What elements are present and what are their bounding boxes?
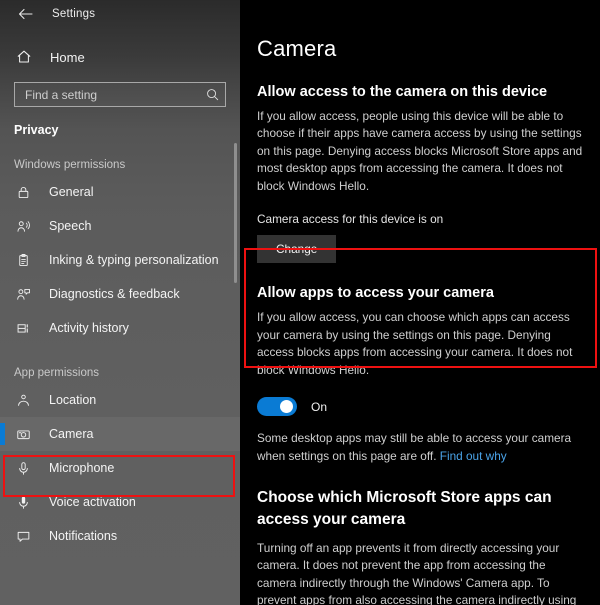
- speech-person-icon: [14, 217, 33, 236]
- search-input[interactable]: [25, 87, 206, 102]
- titlebar: Settings: [0, 0, 240, 28]
- sidebar-scrollbar[interactable]: [234, 143, 237, 283]
- microphone-icon: [14, 459, 33, 478]
- search-icon[interactable]: [206, 88, 219, 101]
- toggle-knob: [280, 400, 293, 414]
- sidebar-item-home[interactable]: Home: [0, 40, 240, 74]
- back-arrow-icon[interactable]: [12, 4, 38, 24]
- change-button[interactable]: Change: [257, 235, 337, 264]
- store-apps-heading: Choose which Microsoft Store apps can ac…: [257, 488, 552, 529]
- sidebar-item-camera-label: Camera: [49, 427, 94, 441]
- sidebar-item-voice-activation[interactable]: Voice activation: [0, 485, 240, 519]
- lock-icon: [14, 183, 33, 202]
- store-apps-description: Turning off an app prevents it from dire…: [257, 540, 577, 605]
- sidebar-item-notifications-label: Notifications: [49, 529, 118, 543]
- home-icon: [14, 47, 34, 67]
- apps-access-toggle[interactable]: [257, 397, 297, 417]
- sidebar-item-inking-typing-label: Inking & typing personalization: [49, 253, 219, 267]
- apps-access-toggle-label: On: [311, 399, 328, 414]
- sidebar-item-general[interactable]: General: [0, 175, 240, 209]
- sidebar-item-microphone[interactable]: Microphone: [0, 451, 240, 485]
- find-out-why-link[interactable]: Find out why: [440, 449, 507, 463]
- search-box[interactable]: [14, 82, 226, 107]
- clipboard-icon: [14, 251, 33, 270]
- sidebar-item-general-label: General: [49, 185, 94, 199]
- sidebar-item-activity-history-label: Activity history: [49, 321, 129, 335]
- voice-activation-icon: [14, 493, 33, 512]
- app-title: Settings: [52, 8, 96, 20]
- sidebar: Settings Home Privacy Windows permission…: [0, 0, 240, 605]
- sidebar-item-speech[interactable]: Speech: [0, 209, 240, 243]
- sidebar-item-camera[interactable]: Camera: [0, 417, 240, 451]
- feedback-person-icon: [14, 285, 33, 304]
- sidebar-item-microphone-label: Microphone: [49, 461, 115, 475]
- notification-icon: [14, 527, 33, 546]
- camera-icon: [14, 425, 33, 444]
- sidebar-item-notifications[interactable]: Notifications: [0, 519, 240, 553]
- activity-history-icon: [14, 319, 33, 338]
- sidebar-category-title: Privacy: [14, 123, 59, 137]
- sidebar-group-title-windows-permissions: Windows permissions: [14, 159, 126, 171]
- device-access-status: Camera access for this device is on: [257, 212, 444, 227]
- apps-access-description: If you allow access, you can choose whic…: [257, 310, 573, 377]
- desktop-apps-note-text: Some desktop apps may still be able to a…: [257, 431, 572, 463]
- page-title: Camera: [257, 36, 337, 61]
- sidebar-item-speech-label: Speech: [49, 219, 92, 233]
- sidebar-item-location[interactable]: Location: [0, 383, 240, 417]
- desktop-apps-note: Some desktop apps may still be able to a…: [257, 430, 584, 465]
- main-content: Camera Allow access to the camera on thi…: [240, 0, 600, 605]
- location-pin-icon: [14, 391, 33, 410]
- sidebar-item-diagnostics-feedback[interactable]: Diagnostics & feedback: [0, 277, 240, 311]
- sidebar-item-location-label: Location: [49, 393, 97, 407]
- device-access-heading: Allow access to the camera on this devic…: [257, 84, 548, 100]
- sidebar-group-title-app-permissions: App permissions: [14, 367, 100, 379]
- sidebar-item-voice-activation-label: Voice activation: [49, 495, 136, 509]
- settings-window: Settings Home Privacy Windows permission…: [0, 0, 600, 605]
- apps-access-heading: Allow apps to access your camera: [257, 285, 494, 302]
- sidebar-item-diagnostics-feedback-label: Diagnostics & feedback: [49, 287, 180, 301]
- apps-access-toggle-row: On: [257, 397, 584, 417]
- sidebar-item-home-label: Home: [50, 49, 85, 65]
- device-access-description: If you allow access, people using this d…: [257, 109, 583, 193]
- sidebar-item-activity-history[interactable]: Activity history: [0, 311, 240, 345]
- sidebar-item-inking-typing[interactable]: Inking & typing personalization: [0, 243, 240, 277]
